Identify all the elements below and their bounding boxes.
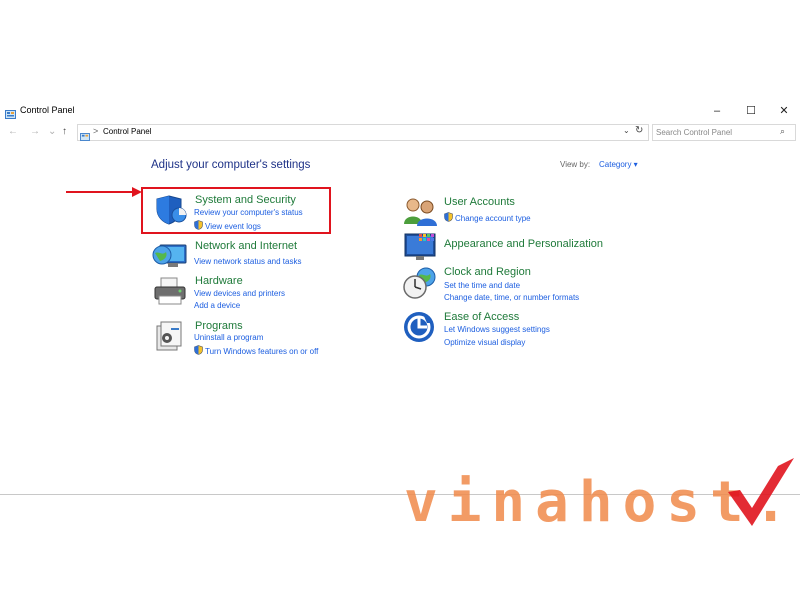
address-bar[interactable]: > Control Panel ⌄ ↻ bbox=[77, 124, 649, 141]
link-optimize-visual-display[interactable]: Optimize visual display bbox=[444, 338, 525, 347]
monitor-icon[interactable] bbox=[403, 231, 439, 267]
printer-icon[interactable] bbox=[153, 276, 189, 312]
checkmark-logo-icon bbox=[728, 458, 794, 526]
link-set-time-date[interactable]: Set the time and date bbox=[444, 281, 520, 290]
link-change-formats[interactable]: Change date, time, or number formats bbox=[444, 293, 579, 302]
link-label: Turn Windows features on or off bbox=[205, 347, 319, 356]
search-icon[interactable]: ⌕ bbox=[780, 126, 785, 137]
forward-button[interactable]: → bbox=[30, 126, 40, 138]
link-windows-suggest-settings[interactable]: Let Windows suggest settings bbox=[444, 325, 550, 334]
close-button[interactable]: ✕ bbox=[774, 104, 794, 118]
category-ease-of-access[interactable]: Ease of Access bbox=[444, 311, 519, 323]
link-add-device[interactable]: Add a device bbox=[194, 301, 240, 310]
window-title: Control Panel bbox=[20, 105, 75, 115]
globe-monitor-icon[interactable] bbox=[152, 239, 188, 275]
maximize-button[interactable]: ☐ bbox=[741, 104, 761, 118]
category-programs[interactable]: Programs bbox=[195, 320, 243, 332]
view-by-label: View by: bbox=[560, 160, 591, 169]
page-title: Adjust your computer's settings bbox=[151, 159, 311, 171]
link-view-network-status[interactable]: View network status and tasks bbox=[194, 257, 301, 266]
breadcrumb[interactable]: Control Panel bbox=[103, 127, 151, 136]
category-system-and-security[interactable]: System and Security bbox=[195, 194, 296, 206]
up-button[interactable]: ↑ bbox=[62, 126, 67, 138]
programs-icon[interactable] bbox=[155, 320, 191, 356]
link-uninstall-program[interactable]: Uninstall a program bbox=[194, 333, 263, 342]
control-panel-icon bbox=[5, 106, 16, 124]
ease-of-access-icon[interactable] bbox=[403, 311, 439, 347]
link-change-account-type[interactable]: Change account type bbox=[444, 212, 531, 223]
back-button[interactable]: ← bbox=[8, 126, 18, 138]
title-bar bbox=[0, 100, 800, 122]
refresh-icon[interactable]: ↻ bbox=[635, 125, 643, 136]
category-network-and-internet[interactable]: Network and Internet bbox=[195, 240, 297, 252]
view-by-dropdown[interactable]: Category ▾ bbox=[599, 160, 638, 169]
category-hardware[interactable]: Hardware bbox=[195, 275, 243, 287]
uac-shield-icon bbox=[444, 212, 453, 222]
link-view-devices-printers[interactable]: View devices and printers bbox=[194, 289, 285, 298]
link-turn-windows-features[interactable]: Turn Windows features on or off bbox=[194, 345, 318, 356]
shield-icon[interactable] bbox=[154, 193, 190, 229]
category-appearance-and-personalization[interactable]: Appearance and Personalization bbox=[444, 238, 603, 250]
minimize-button[interactable]: – bbox=[707, 104, 727, 118]
link-view-event-logs[interactable]: View event logs bbox=[194, 220, 261, 231]
clock-globe-icon[interactable] bbox=[402, 266, 438, 302]
breadcrumb-separator[interactable]: > bbox=[93, 126, 98, 136]
category-user-accounts[interactable]: User Accounts bbox=[444, 196, 515, 208]
recent-locations-button[interactable]: ⌄ bbox=[48, 126, 56, 138]
link-label: Change account type bbox=[455, 214, 531, 223]
users-icon[interactable] bbox=[403, 196, 439, 232]
link-review-computer-status[interactable]: Review your computer's status bbox=[194, 208, 303, 217]
search-box[interactable]: ⌕ bbox=[652, 124, 796, 141]
uac-shield-icon bbox=[194, 220, 203, 230]
control-panel-icon bbox=[80, 128, 90, 146]
category-clock-and-region[interactable]: Clock and Region bbox=[444, 266, 531, 278]
link-label: View event logs bbox=[205, 222, 261, 231]
uac-shield-icon bbox=[194, 345, 203, 355]
chevron-down-icon[interactable]: ⌄ bbox=[623, 126, 630, 135]
annotation-arrow bbox=[66, 187, 142, 197]
search-input[interactable] bbox=[653, 125, 779, 140]
